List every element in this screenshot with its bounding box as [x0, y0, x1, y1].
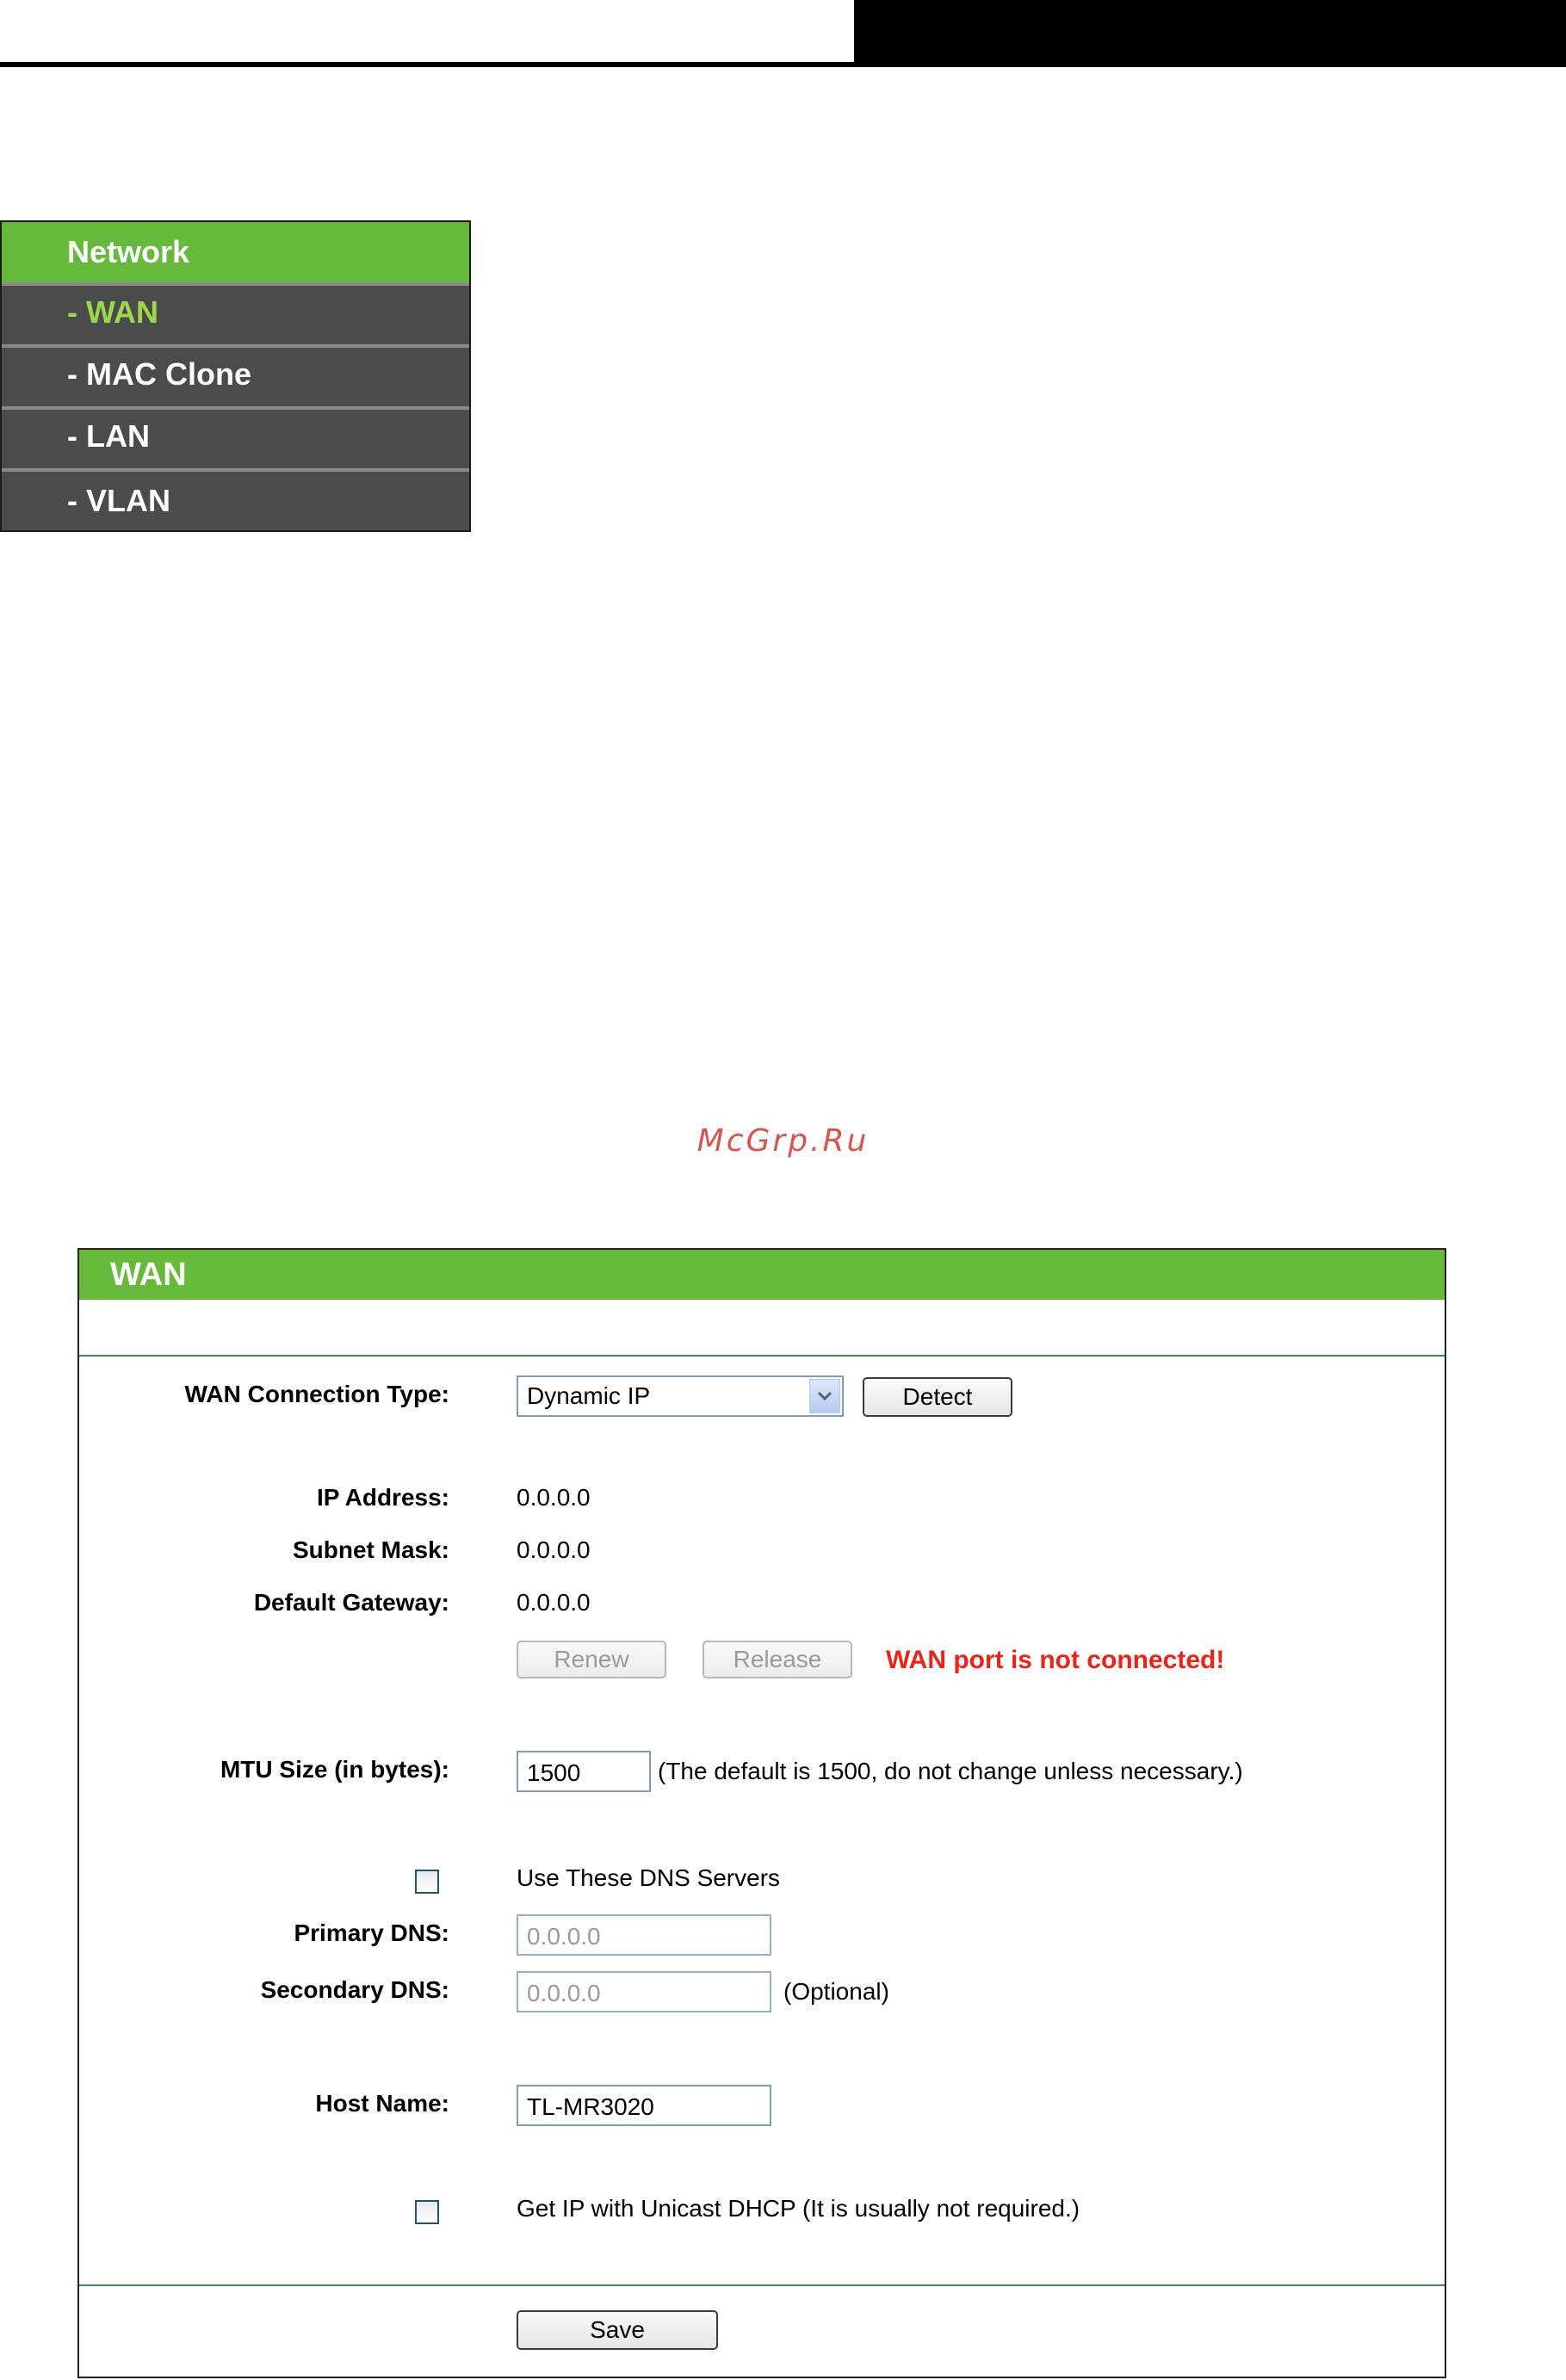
secondary-dns-label: Secondary DNS: [260, 1976, 449, 2003]
renew-button[interactable]: Renew [517, 1641, 666, 1678]
save-button[interactable]: Save [517, 2310, 718, 2350]
host-name-label: Host Name: [315, 2090, 449, 2117]
connection-type-select[interactable]: Dynamic IP [517, 1375, 844, 1417]
header-line [0, 62, 861, 67]
release-button[interactable]: Release [703, 1641, 852, 1678]
mtu-input[interactable]: 1500 [517, 1751, 651, 1792]
connection-type-label: WAN Connection Type: [184, 1381, 449, 1407]
connection-type-value: Dynamic IP [527, 1382, 651, 1409]
detect-button[interactable]: Detect [863, 1377, 1012, 1417]
unicast-dhcp-label: Get IP with Unicast DHCP (It is usually … [517, 2195, 1080, 2222]
default-gateway-label: Default Gateway: [253, 1589, 449, 1616]
default-gateway-value: 0.0.0.0 [517, 1589, 591, 1616]
secondary-dns-input[interactable]: 0.0.0.0 [517, 1971, 771, 2012]
mtu-hint: (The default is 1500, do not change unle… [658, 1758, 1243, 1784]
menu-item-lan[interactable]: - LAN [2, 406, 469, 463]
primary-dns-label: Primary DNS: [294, 1919, 449, 1946]
wan-status-error: WAN port is not connected! [886, 1646, 1225, 1674]
secondary-dns-hint: (Optional) [783, 1978, 889, 2005]
unicast-dhcp-checkbox[interactable] [415, 2200, 439, 2224]
top-divider [79, 1355, 1445, 1357]
menu-item-wan[interactable]: - WAN [2, 282, 469, 339]
ip-address-value: 0.0.0.0 [517, 1484, 591, 1511]
subnet-mask-label: Subnet Mask: [292, 1536, 449, 1563]
host-name-input[interactable]: TL-MR3020 [517, 2085, 771, 2126]
use-dns-label: Use These DNS Servers [517, 1864, 781, 1891]
header-black-block [854, 0, 1566, 67]
network-menu: Network - WAN - MAC Clone - LAN - VLAN [0, 220, 471, 532]
menu-item-vlan[interactable]: - VLAN [2, 468, 469, 530]
subnet-mask-value: 0.0.0.0 [517, 1536, 591, 1563]
menu-header-network[interactable]: Network [2, 222, 469, 282]
wan-title: WAN [79, 1250, 1445, 1300]
primary-dns-input[interactable]: 0.0.0.0 [517, 1914, 771, 1956]
ip-address-label: IP Address: [316, 1484, 449, 1511]
mtu-label: MTU Size (in bytes): [220, 1756, 449, 1783]
use-dns-checkbox[interactable] [415, 1870, 439, 1894]
chevron-down-icon[interactable] [809, 1379, 840, 1413]
bottom-divider [79, 2284, 1445, 2286]
menu-item-mac-clone[interactable]: - MAC Clone [2, 344, 469, 401]
watermark: McGrp.Ru [696, 1123, 870, 1159]
wan-panel: WAN WAN Connection Type: Dynamic IP Dete… [77, 1248, 1446, 2378]
